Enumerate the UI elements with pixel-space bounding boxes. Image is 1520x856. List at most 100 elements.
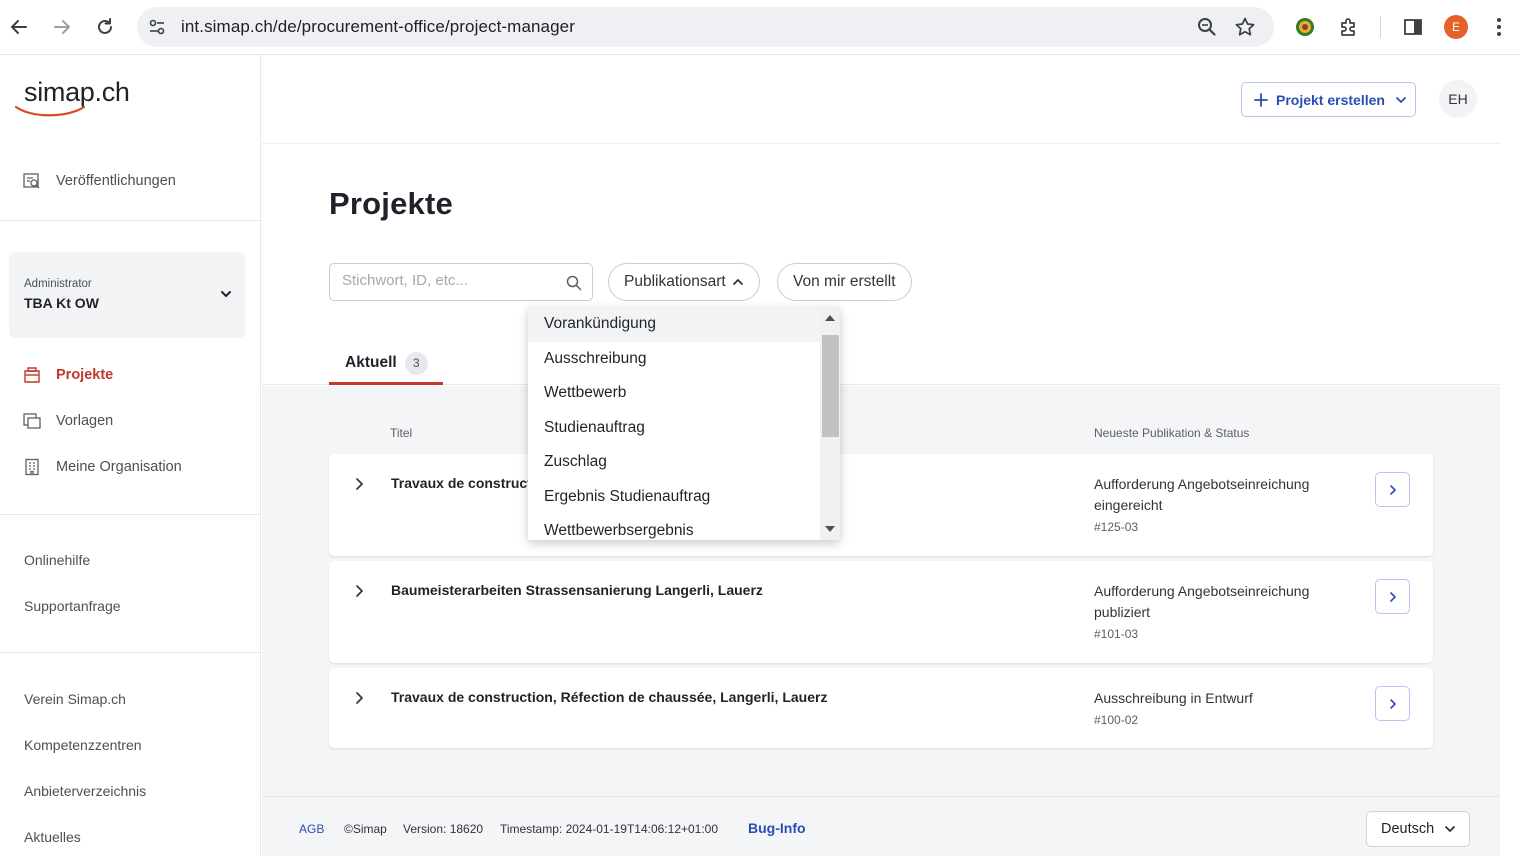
publication-id: #125-03 xyxy=(1094,520,1139,534)
projects-icon xyxy=(22,365,42,385)
zoom-icon[interactable] xyxy=(1196,16,1218,38)
search-icon[interactable] xyxy=(566,275,582,291)
chevron-right-icon xyxy=(1389,591,1396,602)
copyright: ©Simap xyxy=(344,822,387,836)
bug-info-link[interactable]: Bug-Info xyxy=(748,820,806,836)
browser-toolbar: int.simap.ch/de/procurement-office/proje… xyxy=(0,0,1520,55)
url-text[interactable]: int.simap.ch/de/procurement-office/proje… xyxy=(181,17,575,37)
profile-avatar[interactable]: E xyxy=(1444,15,1468,39)
dropdown-option[interactable]: Wettbewerb xyxy=(528,376,820,411)
project-title: Travaux de construct xyxy=(391,475,532,491)
publication-type-label: Publikationsart xyxy=(624,273,726,290)
bookmark-star-icon[interactable] xyxy=(1234,16,1256,38)
created-by-me-label: Von mir erstellt xyxy=(793,273,896,290)
sidebar-item-publications[interactable]: Veröffentlichungen xyxy=(22,171,176,191)
footer: AGB ©Simap Version: 18620 Timestamp: 202… xyxy=(262,796,1500,856)
sidebar-item-label: Veröffentlichungen xyxy=(56,173,176,189)
verein-link[interactable]: Verein Simap.ch xyxy=(24,691,126,707)
project-status: Ausschreibung in Entwurf xyxy=(1094,690,1253,706)
reload-icon[interactable] xyxy=(92,14,118,40)
side-panel-icon[interactable] xyxy=(1401,15,1425,39)
online-help-link[interactable]: Onlinehilfe xyxy=(24,552,90,568)
organization-icon xyxy=(22,457,42,477)
search-input[interactable] xyxy=(342,272,557,289)
chevron-right-icon[interactable] xyxy=(351,476,367,492)
extensions-puzzle-icon[interactable] xyxy=(1337,15,1361,39)
language-label: Deutsch xyxy=(1381,821,1435,837)
sidebar-item-label: Meine Organisation xyxy=(56,459,182,475)
forward-icon[interactable] xyxy=(49,14,75,40)
publication-id: #101-03 xyxy=(1094,627,1139,641)
chevron-right-icon[interactable] xyxy=(351,583,367,599)
user-avatar[interactable]: EH xyxy=(1439,80,1477,118)
support-request-link[interactable]: Supportanfrage xyxy=(24,598,121,614)
page-title: Projekte xyxy=(329,186,453,221)
sidebar-item-label: Vorlagen xyxy=(56,413,114,429)
create-project-label: Projekt erstellen xyxy=(1276,91,1385,108)
project-title: Baumeisterarbeiten Strassensanierung Lan… xyxy=(391,582,763,598)
main-header: Projekt erstellen EH xyxy=(262,55,1500,144)
chevron-right-icon[interactable] xyxy=(351,690,367,706)
back-icon[interactable] xyxy=(6,14,32,40)
created-by-me-filter[interactable]: Von mir erstellt xyxy=(777,263,912,301)
address-bar[interactable]: int.simap.ch/de/procurement-office/proje… xyxy=(137,7,1274,47)
tab-current[interactable]: Aktuell 3 xyxy=(329,344,443,385)
dropdown-option[interactable]: Ausschreibung xyxy=(528,342,820,377)
column-header-status[interactable]: Neueste Publikation & Status xyxy=(1094,426,1249,440)
dropdown-scrollbar[interactable] xyxy=(820,307,840,540)
vendor-directory-link[interactable]: Anbieterverzeichnis xyxy=(24,783,146,799)
sidebar-item-label: Projekte xyxy=(56,367,114,383)
publication-type-dropdown[interactable]: Vorankündigung Ausschreibung Wettbewerb … xyxy=(528,307,840,540)
tab-label: Aktuell xyxy=(345,354,397,371)
chevron-down-icon xyxy=(1445,826,1456,832)
chevron-down-icon xyxy=(1396,96,1406,103)
scroll-up-arrow-icon[interactable] xyxy=(825,315,835,321)
browser-menu-icon[interactable] xyxy=(1488,15,1510,39)
version: Version: 18620 xyxy=(403,822,484,836)
scroll-down-arrow-icon[interactable] xyxy=(825,526,835,532)
chevron-right-icon xyxy=(1389,698,1396,709)
sidebar: simap.ch Veröffentlichungen Administrato… xyxy=(0,55,261,856)
open-project-button[interactable] xyxy=(1375,472,1410,507)
org-name: TBA Kt OW xyxy=(24,295,99,311)
open-project-button[interactable] xyxy=(1375,686,1410,721)
publication-type-filter[interactable]: Publikationsart xyxy=(608,263,760,301)
dropdown-option[interactable]: Studienauftrag xyxy=(528,411,820,446)
language-select[interactable]: Deutsch xyxy=(1366,811,1470,847)
plus-icon xyxy=(1254,92,1268,107)
sidebar-item-projects[interactable]: Projekte xyxy=(22,365,113,385)
scrollbar-thumb[interactable] xyxy=(822,335,839,437)
news-link[interactable]: Aktuelles xyxy=(24,829,81,845)
dropdown-option[interactable]: Zuschlag xyxy=(528,445,820,480)
sidebar-item-templates[interactable]: Vorlagen xyxy=(22,411,113,431)
timestamp: Timestamp: 2024-01-19T14:06:12+01:00 xyxy=(500,822,719,836)
toolbar-separator xyxy=(1380,16,1381,38)
table-row[interactable]: Baumeisterarbeiten Strassensanierung Lan… xyxy=(329,561,1433,663)
agb-link[interactable]: AGB xyxy=(299,822,324,836)
create-project-button[interactable]: Projekt erstellen xyxy=(1241,82,1416,117)
projects-header: Projekte Publikationsart Von mir erstell… xyxy=(262,144,1500,385)
dropdown-option[interactable]: Wettbewerbsergebnis xyxy=(528,514,820,540)
logo[interactable]: simap.ch xyxy=(14,77,154,121)
project-title: Travaux de construction, Réfection de ch… xyxy=(391,689,828,705)
dropdown-option[interactable]: Ergebnis Studienauftrag xyxy=(528,480,820,515)
competence-centers-link[interactable]: Kompetenzzentren xyxy=(24,737,142,753)
project-status: Aufforderung Angebotseinreichung publizi… xyxy=(1094,583,1310,620)
chevron-right-icon xyxy=(1389,484,1396,495)
table-row[interactable]: Travaux de construct Aufforderung Angebo… xyxy=(329,454,1433,556)
project-status: Aufforderung Angebotseinreichung eingere… xyxy=(1094,476,1310,513)
column-header-title[interactable]: Titel xyxy=(390,426,412,440)
table-row[interactable]: Travaux de construction, Réfection de ch… xyxy=(329,668,1433,748)
publications-icon xyxy=(22,171,42,191)
sidebar-item-organization[interactable]: Meine Organisation xyxy=(22,457,182,477)
dropdown-options: Vorankündigung Ausschreibung Wettbewerb … xyxy=(528,307,820,540)
organization-switcher[interactable]: Administrator TBA Kt OW xyxy=(9,252,245,338)
open-project-button[interactable] xyxy=(1375,579,1410,614)
org-role: Administrator xyxy=(24,278,92,290)
extension-icon[interactable] xyxy=(1293,15,1317,39)
site-settings-icon[interactable] xyxy=(147,17,167,37)
templates-icon xyxy=(22,411,42,431)
search-field[interactable] xyxy=(329,263,593,301)
tab-count-badge: 3 xyxy=(404,351,428,375)
dropdown-option[interactable]: Vorankündigung xyxy=(528,307,820,342)
